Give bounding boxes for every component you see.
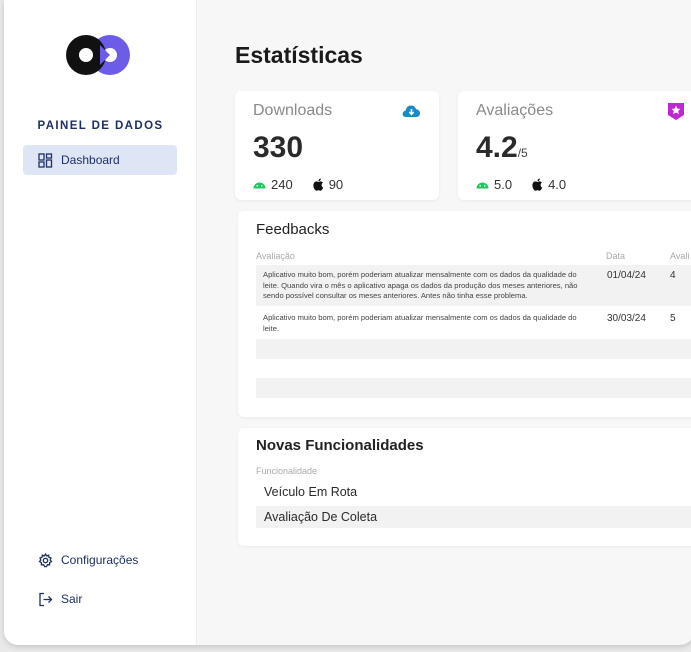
feedback-text: Aplicativo muito bom, porém poderiam atu…	[263, 313, 577, 333]
feedbacks-title: Feedbacks	[256, 221, 330, 238]
gear-icon	[38, 552, 53, 568]
feature-row[interactable]: Avaliação De Coleta	[256, 506, 691, 528]
app-window: PAINEL DE DADOS Dashboard Configurações	[4, 0, 691, 645]
android-downloads-value: 240	[271, 177, 293, 192]
column-header-score: Avali	[670, 251, 690, 261]
ios-rating-value: 4.0	[548, 177, 567, 192]
ios-rating: 4.0	[532, 177, 566, 192]
downloads-label: Downloads	[253, 102, 333, 119]
apple-icon	[532, 178, 543, 191]
ios-downloads-value: 90	[328, 177, 344, 192]
downloads-platforms: 240 90	[253, 177, 363, 192]
sidebar: PAINEL DE DADOS Dashboard Configurações	[4, 0, 197, 645]
ratings-label: Avaliações	[476, 102, 554, 119]
ratings-score: 4.2	[476, 131, 518, 164]
app-logo	[66, 35, 130, 75]
sidebar-item-settings[interactable]: Configurações	[23, 545, 177, 575]
sidebar-item-label: Dashboard	[61, 153, 120, 167]
page-title: Estatísticas	[235, 42, 363, 68]
feedback-text: Aplicativo muito bom, porém poderiam atu…	[263, 270, 578, 300]
android-rating-value: 5.0	[494, 177, 513, 192]
android-icon	[476, 182, 489, 189]
sidebar-item-logout[interactable]: Sair	[23, 584, 177, 614]
apple-icon	[313, 178, 323, 191]
features-title: Novas Funcionalidades	[256, 437, 424, 454]
feedback-date: 01/04/24	[607, 270, 646, 281]
sidebar-item-label: Sair	[61, 592, 83, 606]
downloads-value: 330	[253, 131, 304, 164]
features-card: Novas Funcionalidades Funcionalidade Veí…	[238, 428, 691, 546]
brand-title: PAINEL DE DADOS	[37, 120, 164, 132]
column-header-feature: Funcionalidade	[256, 466, 318, 476]
dashboard-icon	[38, 152, 53, 168]
sidebar-item-label: Configurações	[61, 553, 139, 567]
star-badge-icon	[668, 103, 684, 120]
ios-downloads: 90	[313, 177, 343, 192]
column-header-rating-text: Avaliação	[256, 251, 295, 261]
ratings-platforms: 5.0 4.0	[476, 177, 586, 192]
android-downloads: 240	[253, 177, 293, 192]
ratings-unit: /5	[517, 146, 528, 160]
android-rating: 5.0	[476, 177, 512, 192]
main-content: Estatísticas Downloads 330 240 90 Avalia…	[198, 0, 691, 645]
feedback-score: 4	[670, 270, 676, 281]
feedback-date: 30/03/24	[607, 313, 646, 324]
sidebar-item-dashboard[interactable]: Dashboard	[23, 145, 177, 175]
table-row-empty	[256, 361, 691, 377]
ratings-card: Avaliações 4.2/5 5.0 4.0	[458, 91, 691, 200]
feature-row[interactable]: Veículo Em Rota	[256, 481, 691, 503]
download-cloud-icon	[402, 105, 420, 117]
feedback-score: 5	[670, 313, 676, 324]
feedbacks-card: Feedbacks Avaliação Data Avali Aplicativ…	[238, 211, 691, 417]
ratings-value: 4.2/5	[476, 131, 528, 165]
downloads-card: Downloads 330 240 90	[235, 91, 439, 200]
android-icon	[253, 182, 266, 189]
table-row[interactable]: Aplicativo muito bom, porém poderiam atu…	[256, 265, 691, 306]
table-row-empty	[256, 339, 691, 359]
table-row-empty	[256, 378, 691, 398]
column-header-date: Data	[606, 251, 626, 261]
logout-icon	[38, 592, 53, 607]
table-row[interactable]: Aplicativo muito bom, porém poderiam atu…	[256, 308, 691, 337]
